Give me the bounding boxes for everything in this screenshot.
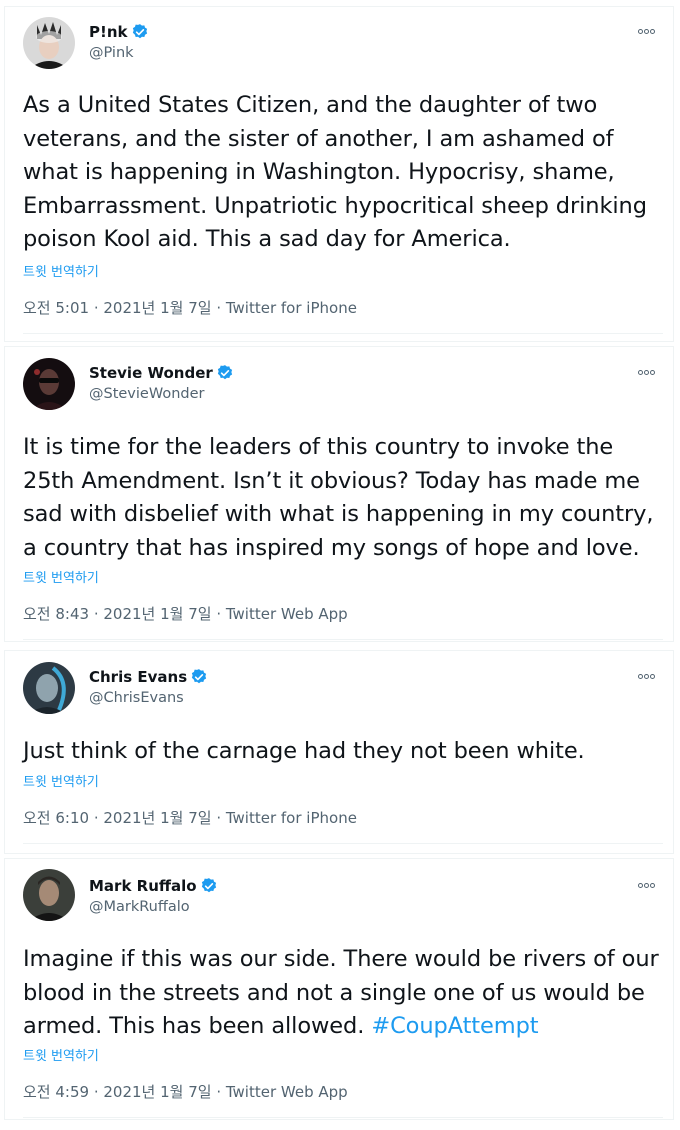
tweet-timestamp[interactable]: 오전 8:43 · 2021년 1월 7일 · (23, 605, 226, 623)
tweet-metadata: 오전 6:10 · 2021년 1월 7일 · Twitter for iPho… (23, 807, 357, 828)
tweet-card[interactable]: P!nk @Pink As a United States Citizen, a… (4, 6, 674, 342)
more-options-icon[interactable] (637, 364, 655, 378)
translate-tweet-link[interactable]: 트윗 번역하기 (23, 261, 99, 280)
verified-badge-icon (216, 364, 234, 382)
avatar[interactable] (23, 662, 75, 714)
more-options-icon[interactable] (637, 668, 655, 682)
divider (23, 843, 663, 844)
tweet-metadata: 오전 5:01 · 2021년 1월 7일 · Twitter for iPho… (23, 297, 357, 318)
display-name[interactable]: Stevie Wonder (89, 364, 213, 382)
avatar-image (23, 662, 75, 714)
translate-tweet-link[interactable]: 트윗 번역하기 (23, 1045, 99, 1064)
more-options-icon[interactable] (637, 23, 655, 37)
verified-badge-icon (200, 877, 218, 895)
display-name[interactable]: Chris Evans (89, 668, 187, 686)
avatar[interactable] (23, 17, 75, 69)
verified-badge-icon (190, 668, 208, 686)
tweet-text: As a United States Citizen, and the daug… (23, 92, 647, 252)
avatar-image (23, 869, 75, 921)
more-options-icon[interactable] (637, 877, 655, 891)
user-handle[interactable]: @StevieWonder (89, 386, 204, 402)
tweet-text: Just think of the carnage had they not b… (23, 738, 585, 764)
tweet-timestamp[interactable]: 오전 4:59 · 2021년 1월 7일 · (23, 1083, 226, 1101)
divider (23, 1117, 663, 1118)
verified-badge-icon (131, 23, 149, 41)
hashtag-link[interactable]: #CoupAttempt (371, 1013, 538, 1039)
tweet-source[interactable]: Twitter for iPhone (226, 809, 357, 827)
tweet-text: Imagine if this was our side. There woul… (23, 943, 663, 1044)
user-handle[interactable]: @Pink (89, 45, 134, 61)
tweet-source[interactable]: Twitter Web App (226, 605, 348, 623)
user-handle[interactable]: @ChrisEvans (89, 690, 184, 706)
user-handle[interactable]: @MarkRuffalo (89, 899, 190, 915)
divider (23, 333, 663, 334)
tweet-card[interactable]: Stevie Wonder @StevieWonder It is time f… (4, 346, 674, 642)
translate-tweet-link[interactable]: 트윗 번역하기 (23, 771, 99, 790)
tweet-card[interactable]: Mark Ruffalo @MarkRuffalo Imagine if thi… (4, 858, 674, 1120)
tweet-timestamp[interactable]: 오전 5:01 · 2021년 1월 7일 · (23, 299, 226, 317)
tweet-timestamp[interactable]: 오전 6:10 · 2021년 1월 7일 · (23, 809, 226, 827)
tweet-text: It is time for the leaders of this count… (23, 434, 654, 561)
tweet-source[interactable]: Twitter for iPhone (226, 299, 357, 317)
display-name[interactable]: Mark Ruffalo (89, 877, 197, 895)
divider (23, 639, 663, 640)
avatar-image (23, 17, 75, 69)
tweet-source[interactable]: Twitter Web App (226, 1083, 348, 1101)
avatar[interactable] (23, 358, 75, 410)
avatar[interactable] (23, 869, 75, 921)
avatar-image (23, 358, 75, 410)
tweet-metadata: 오전 4:59 · 2021년 1월 7일 · Twitter Web App (23, 1081, 348, 1102)
tweet-card[interactable]: Chris Evans @ChrisEvans Just think of th… (4, 650, 674, 854)
tweet-text-content: Imagine if this was our side. There woul… (23, 946, 659, 1039)
translate-tweet-link[interactable]: 트윗 번역하기 (23, 567, 99, 586)
display-name[interactable]: P!nk (89, 23, 128, 41)
tweet-metadata: 오전 8:43 · 2021년 1월 7일 · Twitter Web App (23, 603, 348, 624)
